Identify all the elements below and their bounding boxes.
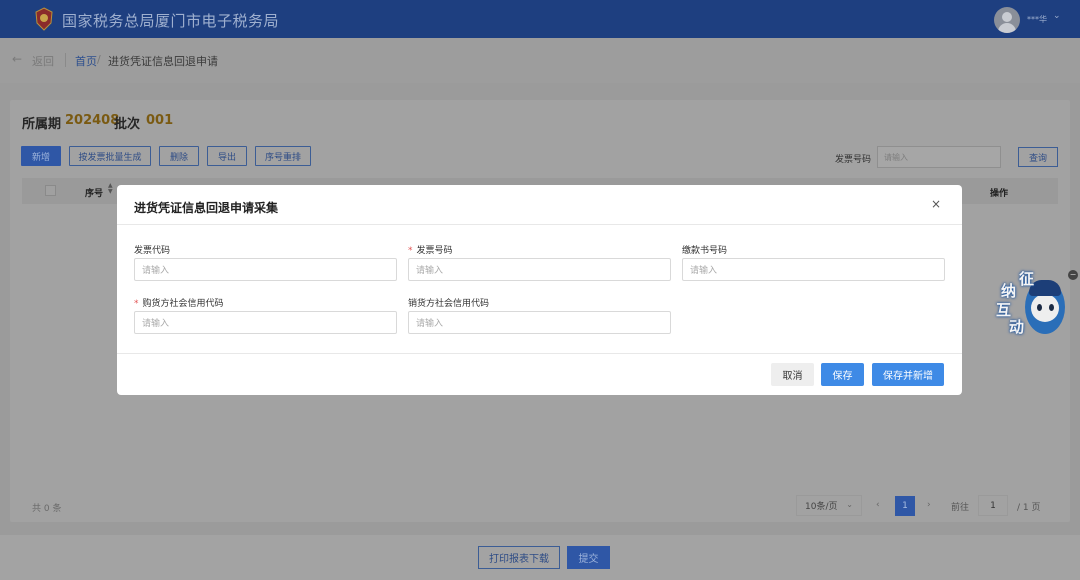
sort-icon[interactable]: ▲ ▼	[108, 183, 113, 195]
save-and-new-button[interactable]: 保存并新增	[872, 363, 944, 386]
modal-dialog: 进货凭证信息回退申请采集 × 发票代码 请输入 * 发票号码 请输入 缴款书号码 …	[117, 185, 962, 395]
buyer-credit-code-input[interactable]: 请输入	[134, 311, 397, 334]
user-name[interactable]: ***华	[1027, 14, 1047, 25]
goto-page-input[interactable]: 1	[978, 495, 1008, 516]
breadcrumb-separator: /	[97, 53, 101, 66]
breadcrumb-current: 进货凭证信息回退申请	[108, 55, 218, 68]
cancel-button[interactable]: 取消	[771, 363, 814, 386]
user-avatar[interactable]	[994, 7, 1020, 33]
chevron-down-icon[interactable]: ⌄	[1053, 11, 1061, 21]
field-label-buyer-credit-code: * 购货方社会信用代码	[134, 299, 224, 309]
submit-button[interactable]: 提交	[567, 546, 610, 569]
field-label-invoice-code: 发票代码	[134, 246, 171, 256]
field-label-invoice-number: * 发票号码	[408, 246, 453, 256]
goto-label: 前往	[951, 503, 970, 513]
required-mark: *	[408, 246, 413, 256]
page-number-button[interactable]: 1	[895, 496, 915, 516]
column-header-op: 操作	[990, 189, 1009, 199]
breadcrumb-home-link[interactable]: 首页	[75, 53, 97, 69]
period-label: 所属期	[22, 117, 62, 132]
page-size-select[interactable]: 10条/页 ⌄	[796, 495, 862, 516]
chevron-down-icon: ⌄	[846, 500, 853, 509]
seller-credit-code-input[interactable]: 请输入	[408, 311, 671, 334]
add-button[interactable]: 新增	[21, 146, 61, 166]
column-header-seq: 序号	[85, 189, 104, 199]
tax-emblem-icon	[35, 7, 53, 31]
invoice-number-input[interactable]: 请输入	[408, 258, 671, 281]
period-value: 202408	[65, 113, 120, 128]
total-pages: / 1 页	[1017, 503, 1041, 513]
batch-value: 001	[146, 113, 174, 128]
payment-number-input[interactable]: 请输入	[682, 258, 945, 281]
invoice-no-label: 发票号码	[835, 155, 872, 165]
modal-footer-divider	[117, 353, 962, 354]
save-button[interactable]: 保存	[821, 363, 864, 386]
widget-char-1: 征	[1019, 270, 1035, 288]
close-icon[interactable]: ×	[931, 197, 941, 211]
page-size-value: 10条/页	[805, 502, 838, 512]
site-title: 国家税务总局厦门市电子税务局	[62, 12, 280, 30]
batch-label: 批次	[114, 117, 141, 132]
modal-title: 进货凭证信息回退申请采集	[134, 201, 279, 215]
select-all-checkbox[interactable]	[45, 185, 56, 196]
widget-char-4: 动	[1009, 318, 1025, 336]
invoice-code-input[interactable]: 请输入	[134, 258, 397, 281]
next-page-icon[interactable]: ›	[927, 500, 931, 510]
invoice-no-search-input[interactable]: 请输入	[877, 146, 1001, 168]
widget-close-icon[interactable]: −	[1068, 270, 1078, 280]
query-button[interactable]: 查询	[1018, 147, 1058, 167]
print-report-button[interactable]: 打印报表下载	[478, 546, 560, 569]
total-count: 共 0 条	[32, 504, 62, 514]
required-mark: *	[134, 299, 139, 309]
export-button[interactable]: 导出	[207, 146, 247, 166]
reorder-button[interactable]: 序号重排	[255, 146, 311, 166]
batch-generate-button[interactable]: 按发票批量生成	[69, 146, 151, 166]
delete-button[interactable]: 删除	[159, 146, 199, 166]
prev-page-icon[interactable]: ‹	[876, 500, 880, 510]
back-arrow-icon[interactable]: ←	[12, 52, 22, 66]
field-label-payment-number: 缴款书号码	[682, 246, 728, 256]
field-label-seller-credit-code: 销货方社会信用代码	[408, 299, 490, 309]
breadcrumb-divider	[65, 53, 66, 67]
interaction-widget[interactable]: 征 纳 互 动	[995, 270, 1071, 338]
back-button[interactable]: 返回	[32, 53, 54, 69]
widget-char-2: 纳	[1001, 282, 1017, 300]
modal-divider	[117, 224, 962, 225]
